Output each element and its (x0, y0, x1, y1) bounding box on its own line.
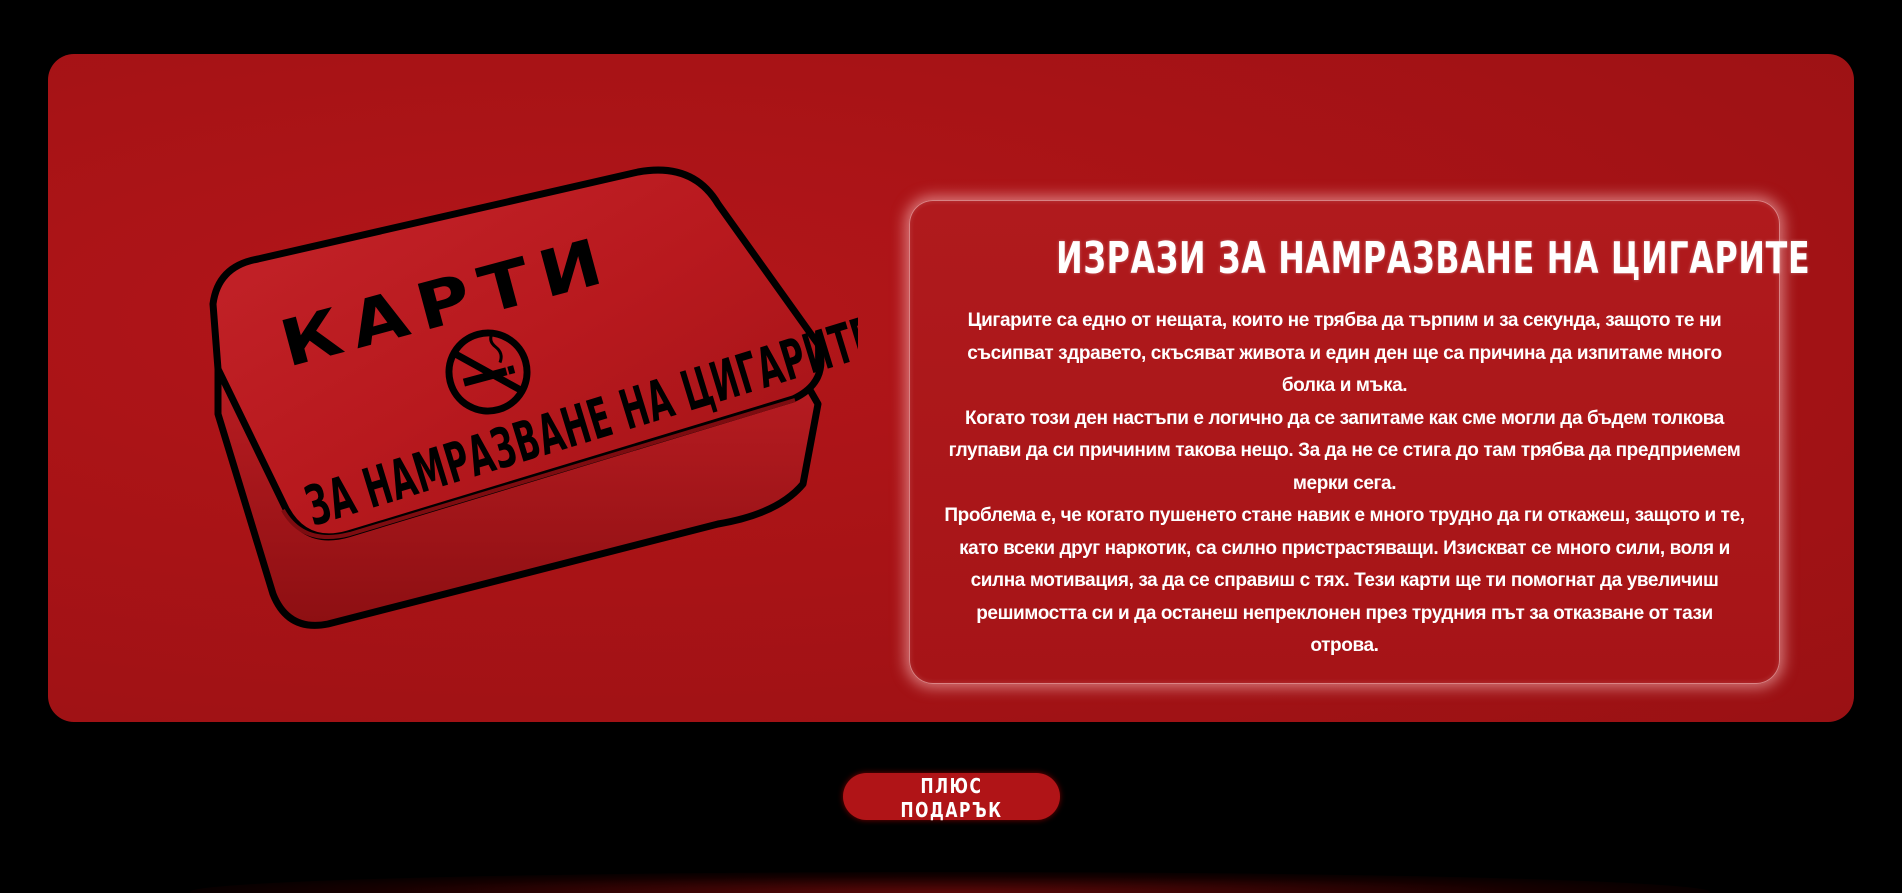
product-image: КАРТИ ЗА НАМРАЗВАНЕ НА ЦИГАРИТЕ (178, 154, 883, 634)
description-card: ИЗРАЗИ ЗА НАМРАЗВАНЕ НА ЦИГАРИТЕ Цигарит… (909, 200, 1811, 684)
card-paragraph-1: Цигарите са едно от нещата, които не тря… (967, 310, 1722, 396)
bottom-glow (190, 872, 1710, 893)
plus-gift-button[interactable]: ПЛЮС ПОДАРЪК (843, 773, 1060, 822)
card-paragraph-3: Проблема е, че когато пушенето стане нав… (944, 505, 1745, 656)
page: КАРТИ ЗА НАМРАЗВАНЕ НА ЦИГАРИТЕ ИЗРАЗИ З… (0, 0, 1902, 893)
card-paragraph-2: Когато този ден настъпи е логично да се … (948, 407, 1741, 494)
card-title: ИЗРАЗИ ЗА НАМРАЗВАНЕ НА ЦИГАРИТЕ (1056, 233, 1811, 284)
plus-gift-button-label: ПЛЮС ПОДАРЪК (900, 774, 1003, 822)
card-body: Цигарите са едно от нещата, които не тря… (944, 305, 1745, 663)
hero-section: КАРТИ ЗА НАМРАЗВАНЕ НА ЦИГАРИТЕ ИЗРАЗИ З… (48, 54, 1854, 722)
